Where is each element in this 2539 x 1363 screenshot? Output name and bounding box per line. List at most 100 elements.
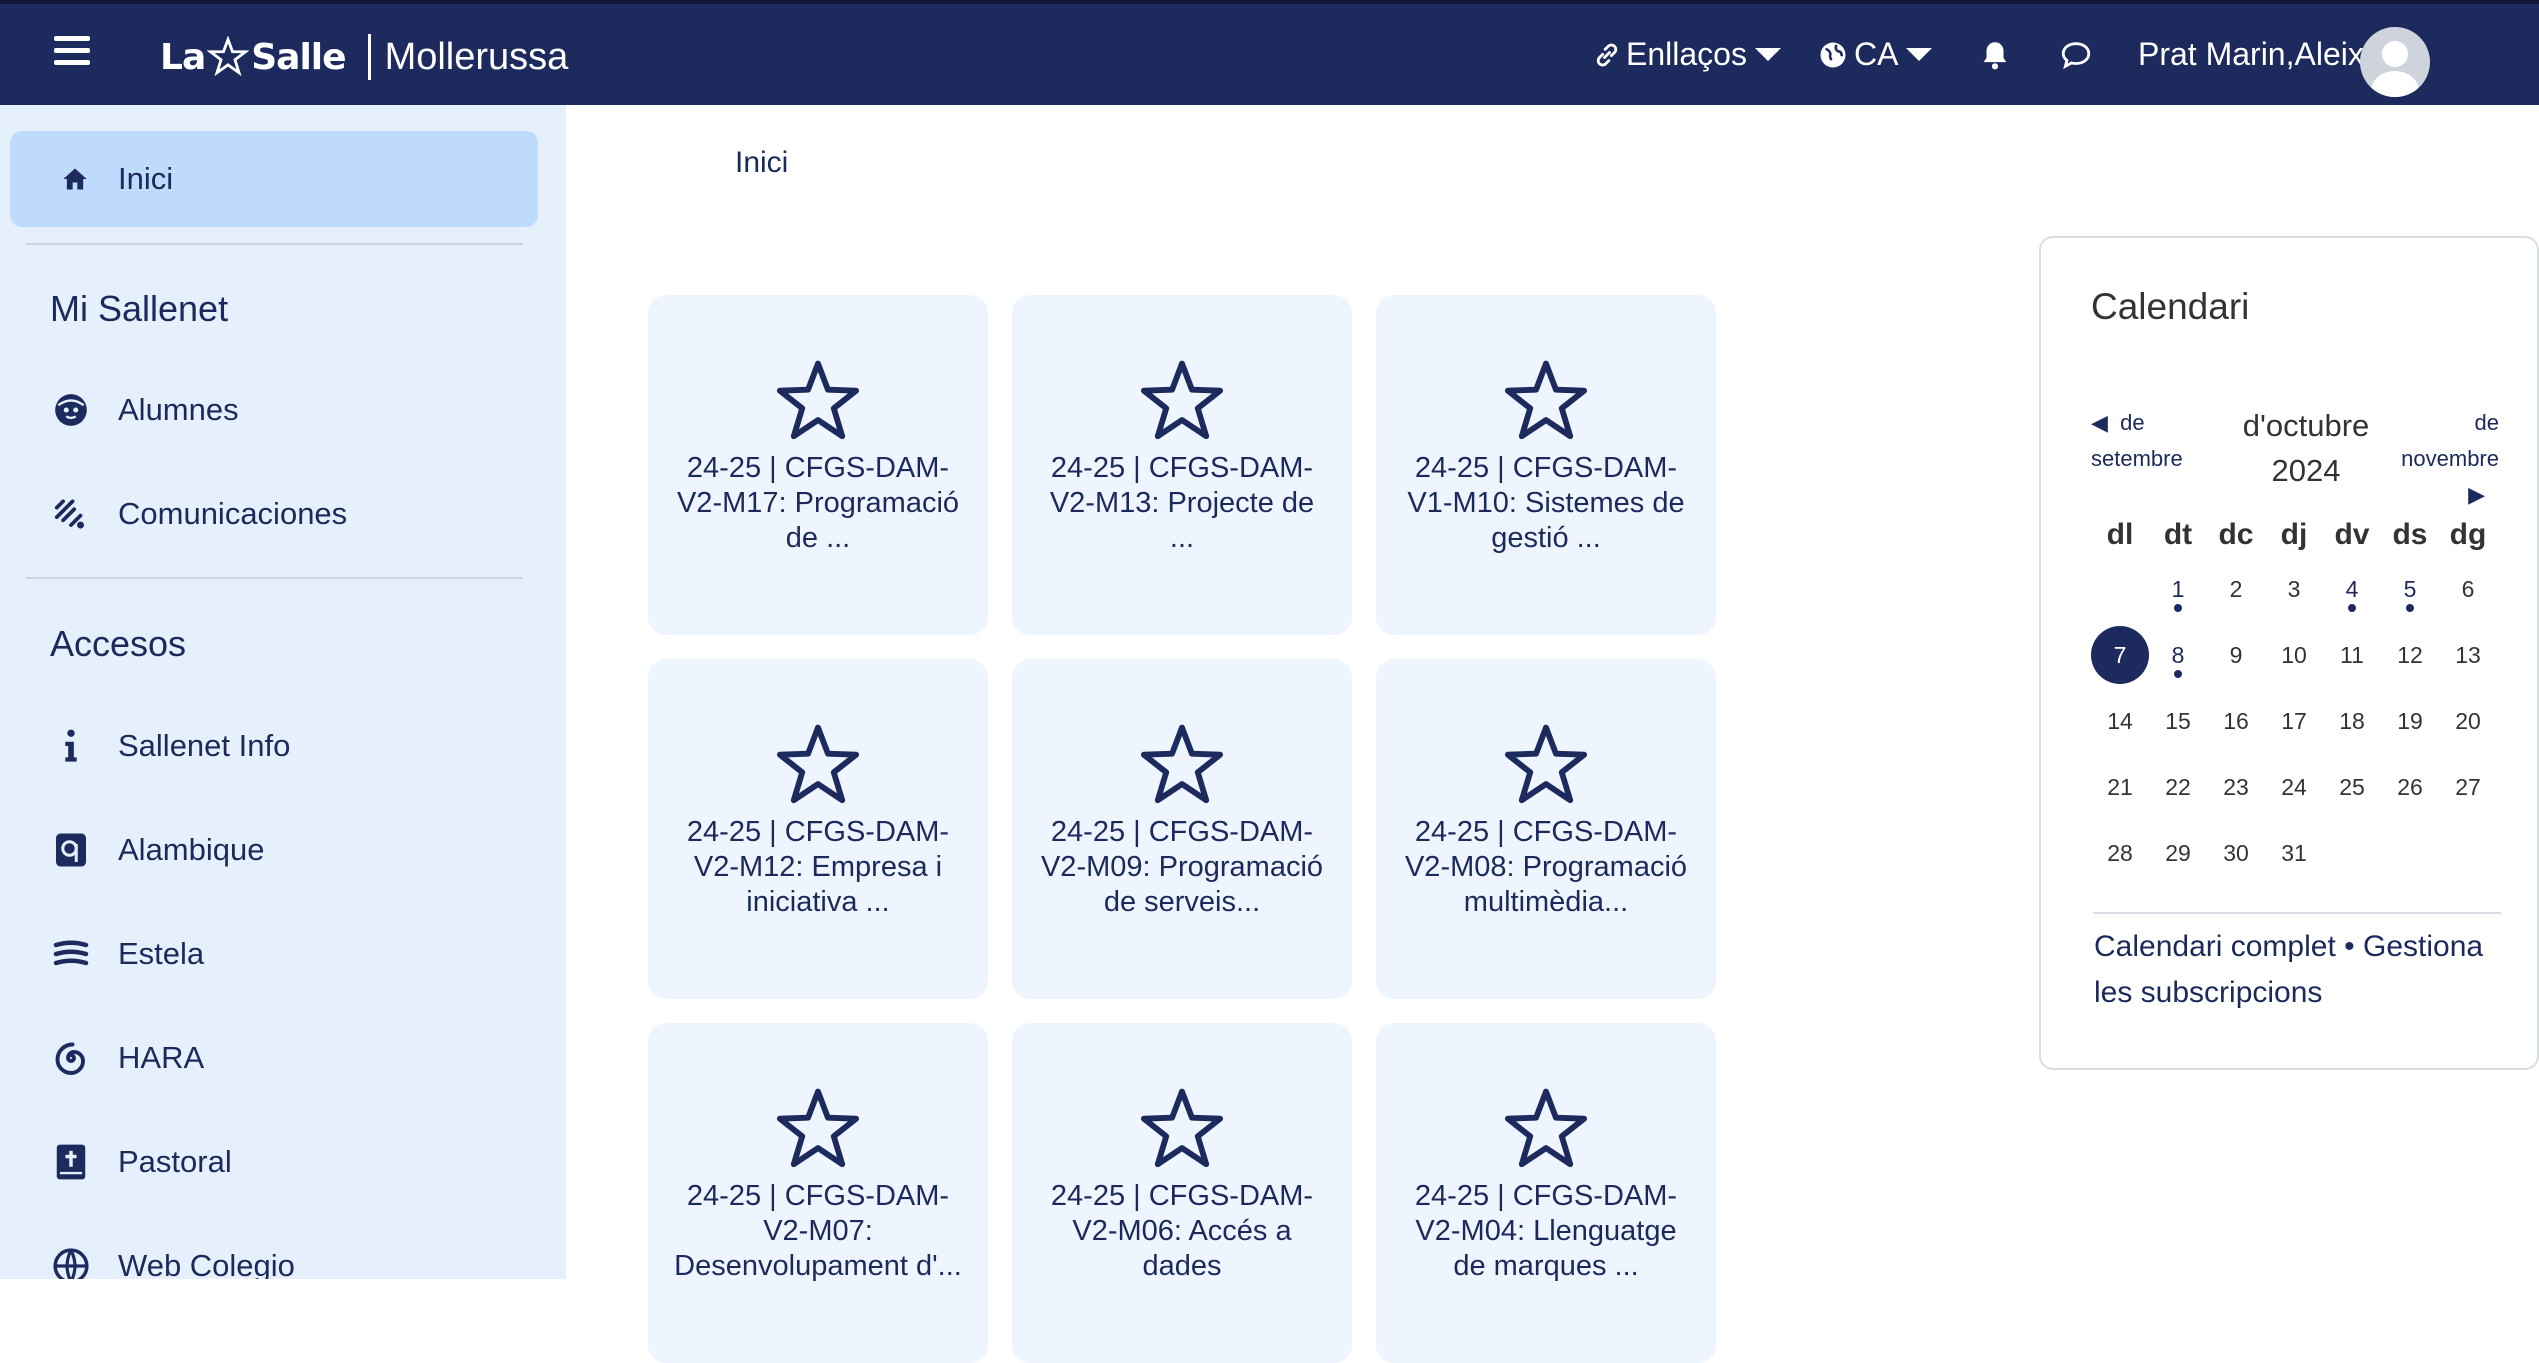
day-number: 31 — [2281, 840, 2307, 866]
arrow-left-icon: ◀ — [2091, 410, 2108, 435]
prev-month-de: de — [2120, 410, 2145, 435]
course-card[interactable]: 24-25 | CFGS-DAM- V2-M17: Programació de .… — [648, 295, 988, 635]
calendar-day: 14 — [2091, 692, 2149, 750]
footer-separator: • — [2335, 930, 2363, 963]
day-number: 2 — [2229, 576, 2243, 602]
avatar[interactable] — [2360, 27, 2430, 97]
calendar-day[interactable]: 4 — [2323, 560, 2381, 618]
logo-text-right: Salle — [251, 36, 346, 78]
calendar-day: 13 — [2439, 626, 2497, 684]
course-title[interactable]: 24-25 | CFGS-DAM- V2-M12: Empresa i inicia… — [666, 815, 970, 920]
calendar-day: 30 — [2207, 824, 2265, 882]
course-title-line: 24-25 | CFGS-DAM- — [1050, 452, 1314, 484]
weekday-header: ds — [2392, 518, 2428, 551]
day-number: 19 — [2397, 708, 2423, 734]
weekday-header: dg — [2449, 518, 2487, 551]
messages-button[interactable] — [2058, 4, 2094, 105]
sidebar-item-sallenet-info[interactable]: Sallenet Info — [50, 725, 290, 767]
sidebar-divider — [26, 243, 523, 245]
course-title-line: V1-M10: Sistemes de — [1407, 487, 1685, 519]
course-title-line: 24-25 | CFGS-DAM- — [686, 1180, 950, 1212]
breadcrumb[interactable]: Inici — [735, 146, 788, 180]
course-title[interactable]: 24-25 | CFGS-DAM- V2-M13: Projecte de... — [1030, 451, 1334, 556]
sidebar-item-alumnes[interactable]: Alumnes — [50, 389, 239, 431]
hamburger-icon[interactable] — [54, 36, 90, 68]
weekday-header: dv — [2334, 518, 2370, 551]
sidebar-item-label: Web Colegio — [118, 1248, 295, 1279]
course-title[interactable]: 24-25 | CFGS-DAM- V2-M17: Programació de .… — [666, 451, 970, 556]
calendar-title: Calendari — [2091, 286, 2250, 327]
course-card[interactable]: 24-25 | CFGS-DAM- V2-M06: Accés a dades — [1012, 1023, 1352, 1363]
course-title[interactable]: 24-25 | CFGS-DAM- V1-M10: Sistemes de gest… — [1394, 451, 1698, 556]
day-number: 16 — [2223, 708, 2249, 734]
course-card[interactable]: 24-25 | CFGS-DAM- V1-M10: Sistemes de gest… — [1376, 295, 1716, 635]
course-card[interactable]: 24-25 | CFGS-DAM- V2-M08: Programació mult… — [1376, 659, 1716, 999]
calendar-day[interactable]: 5 — [2381, 560, 2439, 618]
top-navbar: La Salle Mollerussa Enllaços CA Prat Mar… — [0, 0, 2539, 105]
sidebar-item-label: Inici — [118, 161, 174, 196]
links-menu[interactable]: Enllaços — [1592, 4, 1781, 105]
calendar-day[interactable]: 7 — [2091, 626, 2149, 684]
calendar-day[interactable]: 8 — [2149, 626, 2207, 684]
course-title-line: 24-25 | CFGS-DAM- — [1050, 1180, 1314, 1212]
event-dot-icon — [2174, 604, 2182, 612]
star-icon[interactable] — [1502, 357, 1590, 445]
chat-bubble-icon — [2061, 41, 2091, 69]
course-title-line: de ... — [785, 522, 851, 554]
course-title-line: 24-25 | CFGS-DAM- — [686, 816, 950, 848]
next-month-link[interactable]: de novembre ▶ — [2383, 405, 2499, 513]
calendar-day: 25 — [2323, 758, 2381, 816]
course-title[interactable]: 24-25 | CFGS-DAM- V2-M08: Programació mult… — [1394, 815, 1698, 920]
calendar-day: 29 — [2149, 824, 2207, 882]
course-title[interactable]: 24-25 | CFGS-DAM- V2-M04: Llenguatge de ma… — [1394, 1179, 1698, 1284]
course-card[interactable]: 24-25 | CFGS-DAM- V2-M12: Empresa i inicia… — [648, 659, 988, 999]
course-title[interactable]: 24-25 | CFGS-DAM- V2-M07: Desenvolupament … — [666, 1179, 970, 1284]
star-icon[interactable] — [1138, 1085, 1226, 1173]
star-icon[interactable] — [1138, 721, 1226, 809]
course-card[interactable]: 24-25 | CFGS-DAM- V2-M07: Desenvolupament … — [648, 1023, 988, 1363]
prev-month-link[interactable]: ◀ de setembre — [2091, 405, 2183, 477]
month-name: d'octubre — [2242, 408, 2370, 443]
weekday-header: dj — [2280, 518, 2308, 551]
star-icon[interactable] — [1502, 721, 1590, 809]
calendar-day: 28 — [2091, 824, 2149, 882]
sidebar-item-estela[interactable]: Estela — [50, 933, 204, 975]
sidebar-item-pastoral[interactable]: Pastoral — [50, 1141, 232, 1183]
sidebar-item-label: Comunicaciones — [118, 496, 348, 531]
star-icon[interactable] — [774, 357, 862, 445]
calendar-day: 20 — [2439, 692, 2497, 750]
logo-star-icon — [207, 36, 250, 77]
calendar-day: 31 — [2265, 824, 2323, 882]
language-menu[interactable]: CA — [1818, 4, 1933, 105]
calendar-day[interactable]: 1 — [2149, 560, 2207, 618]
brand[interactable]: La Salle Mollerussa — [160, 16, 568, 98]
course-card[interactable]: 24-25 | CFGS-DAM- V2-M04: Llenguatge de ma… — [1376, 1023, 1716, 1363]
alambique-icon — [50, 829, 92, 871]
star-icon[interactable] — [1138, 357, 1226, 445]
star-icon[interactable] — [774, 721, 862, 809]
user-menu[interactable]: Prat Marin,Aleix — [2138, 4, 2364, 105]
star-icon[interactable] — [774, 1085, 862, 1173]
course-title-line: V2-M09: Programació — [1040, 851, 1324, 883]
course-card[interactable]: 24-25 | CFGS-DAM- V2-M09: Programació de s… — [1012, 659, 1352, 999]
manage-subscriptions-text: les subscripcions — [2094, 976, 2323, 1009]
sidebar-item-home[interactable]: Inici — [10, 131, 538, 227]
full-calendar-link[interactable]: Calendari complet — [2094, 930, 2336, 963]
calendar-day: 2 — [2207, 560, 2265, 618]
sidebar-item-comunicaciones[interactable]: Comunicaciones — [50, 493, 347, 535]
event-dot-icon — [2174, 670, 2182, 678]
course-card[interactable]: 24-25 | CFGS-DAM- V2-M13: Projecte de... — [1012, 295, 1352, 635]
event-dot-icon — [2348, 604, 2356, 612]
course-title[interactable]: 24-25 | CFGS-DAM- V2-M06: Accés a dades — [1030, 1179, 1334, 1284]
sidebar-item-alambique[interactable]: Alambique — [50, 829, 264, 871]
sidebar-item-hara[interactable]: HARA — [50, 1037, 204, 1079]
notifications-button[interactable] — [1978, 4, 2012, 105]
calendar-day: 24 — [2265, 758, 2323, 816]
star-icon[interactable] — [1502, 1085, 1590, 1173]
calendar-day: 12 — [2381, 626, 2439, 684]
calendar-day: 27 — [2439, 758, 2497, 816]
course-title[interactable]: 24-25 | CFGS-DAM- V2-M09: Programació de s… — [1030, 815, 1334, 920]
sidebar-item-web-colegio[interactable]: Web Colegio — [50, 1245, 295, 1279]
day-number: 15 — [2165, 708, 2191, 734]
day-number: 25 — [2339, 774, 2365, 800]
